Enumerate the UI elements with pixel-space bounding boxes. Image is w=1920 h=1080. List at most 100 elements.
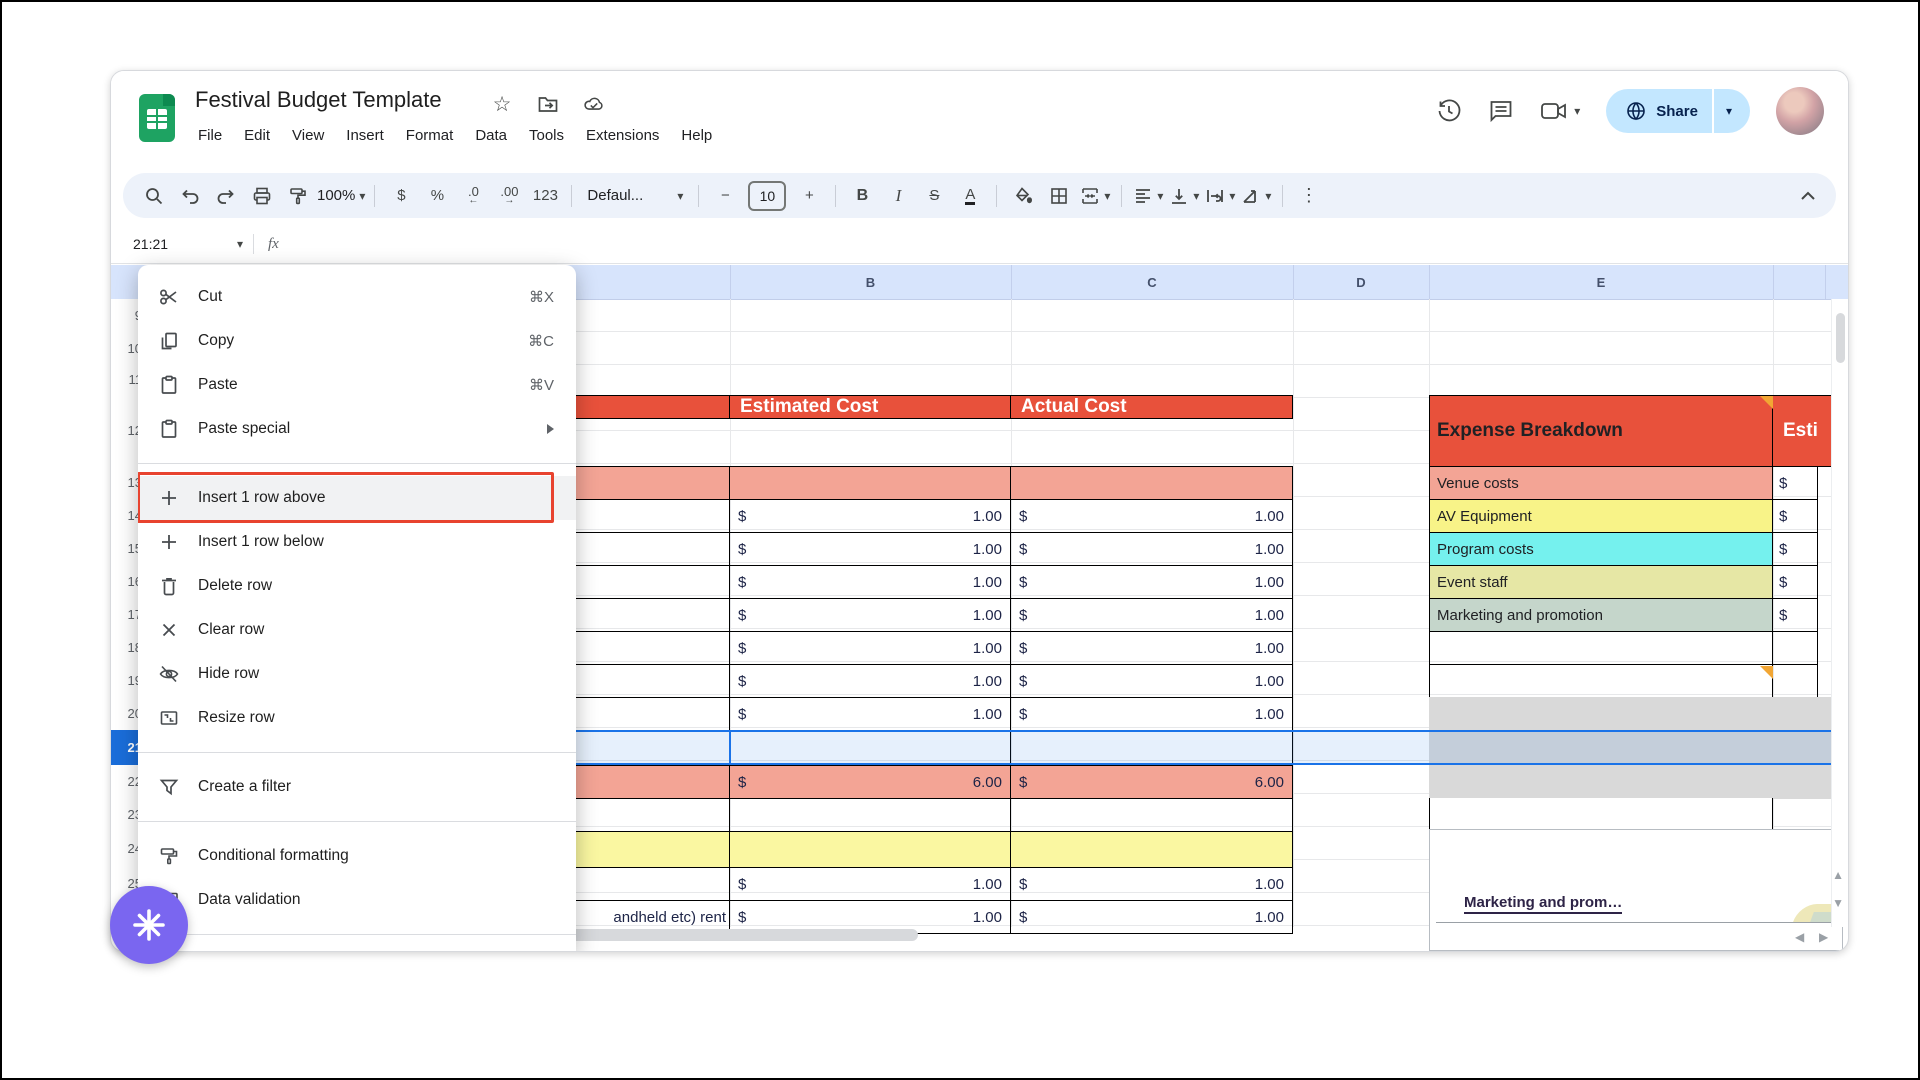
menu-item-create-filter[interactable]: Create a filter	[138, 765, 576, 809]
cell[interactable]: $	[1772, 499, 1818, 533]
filter-icon	[158, 776, 180, 798]
plus-icon	[158, 487, 180, 509]
expense-estimated-header[interactable]: Esti	[1772, 395, 1834, 467]
expense-row: Venue costs $	[1429, 466, 1818, 500]
chart-series-label: Marketing and prom…	[1464, 894, 1622, 914]
x-icon	[158, 619, 180, 641]
expense-row: AV Equipment $	[1429, 499, 1818, 533]
chart-axis-line	[1436, 922, 1836, 923]
menu-item-view-more-row-actions[interactable]: View more row actions	[138, 947, 576, 951]
cell[interactable]: $1.00	[729, 532, 1011, 566]
cell[interactable]: $1.00	[729, 867, 1011, 901]
cell[interactable]	[1010, 798, 1293, 832]
cell[interactable]: $1.00	[1010, 900, 1293, 934]
column-header-B[interactable]: B	[730, 265, 1011, 299]
estimated-cost-header[interactable]: Estimated Cost	[729, 395, 1011, 419]
resize-icon	[158, 707, 180, 729]
note-triangle-icon	[1760, 396, 1773, 409]
expense-breakdown-header[interactable]: Expense Breakdown	[1429, 395, 1773, 467]
eye-off-icon	[158, 663, 180, 685]
selection-edge	[729, 732, 731, 763]
expense-name-cell[interactable]: Marketing and promotion	[1429, 598, 1773, 632]
scissors-icon	[158, 286, 180, 308]
cell[interactable]	[1429, 631, 1773, 665]
cell[interactable]: $1.00	[1010, 565, 1293, 599]
cell[interactable]	[1010, 831, 1293, 868]
cell[interactable]	[729, 831, 1011, 868]
scroll-up-icon[interactable]: ▲	[1832, 869, 1844, 881]
expense-row: Event staff $	[1429, 565, 1818, 599]
cell[interactable]	[1010, 466, 1293, 500]
cell[interactable]: $1.00	[1010, 631, 1293, 665]
menu-item-clear-row[interactable]: Clear row	[138, 608, 576, 652]
cell[interactable]: $1.00	[729, 631, 1011, 665]
cell[interactable]: $1.00	[1010, 697, 1293, 731]
cell[interactable]	[1429, 664, 1773, 698]
column-header-D[interactable]: D	[1293, 265, 1429, 299]
menu-item-hide-row[interactable]: Hide row	[138, 652, 576, 696]
cell[interactable]: $1.00	[1010, 598, 1293, 632]
cell[interactable]: $	[1772, 532, 1818, 566]
scroll-down-icon[interactable]: ▼	[1832, 897, 1844, 909]
menu-divider	[138, 752, 576, 753]
spark-icon	[130, 906, 168, 944]
menu-item-conditional-formatting[interactable]: Conditional formatting	[138, 834, 576, 878]
scroll-left-icon[interactable]: ◀	[1795, 931, 1804, 943]
column-header-C[interactable]: C	[1011, 265, 1293, 299]
cell[interactable]	[729, 798, 1011, 832]
vertical-scrollbar-thumb[interactable]	[1836, 313, 1845, 363]
menu-divider	[138, 463, 576, 464]
actual-cost-header[interactable]: Actual Cost	[1010, 395, 1293, 419]
screenshot-root: { "titlebar": { "title": "Festival Budge…	[0, 0, 1920, 1080]
menu-item-paste-special[interactable]: Paste special	[138, 407, 576, 451]
menu-item-paste[interactable]: Paste ⌘V	[138, 363, 576, 407]
expense-name-cell[interactable]: AV Equipment	[1429, 499, 1773, 533]
expense-name-cell[interactable]: Program costs	[1429, 532, 1773, 566]
clipboard-icon	[158, 374, 180, 396]
cell[interactable]	[1429, 798, 1773, 829]
cell[interactable]	[729, 466, 1011, 500]
expense-name-cell[interactable]: Venue costs	[1429, 466, 1773, 500]
row-context-menu: Cut ⌘X Copy ⌘C Paste ⌘V Paste special	[138, 265, 576, 951]
cell[interactable]: $1.00	[1010, 664, 1293, 698]
cell[interactable]: $	[1772, 466, 1818, 500]
vertical-scrollbar[interactable]	[1831, 299, 1848, 927]
cell[interactable]: $1.00	[729, 697, 1011, 731]
menu-item-insert-row-above[interactable]: Insert 1 row above	[138, 476, 576, 520]
cell[interactable]: $1.00	[729, 598, 1011, 632]
menu-item-delete-row[interactable]: Delete row	[138, 564, 576, 608]
expense-header-row: Expense Breakdown Esti	[1429, 395, 1834, 467]
cell[interactable]: $1.00	[729, 499, 1011, 533]
cell[interactable]: $1.00	[1010, 867, 1293, 901]
embedded-chart[interactable]: Marketing and prom…	[1429, 829, 1843, 951]
cell[interactable]: $6.00	[1010, 765, 1293, 799]
menu-item-copy[interactable]: Copy ⌘C	[138, 319, 576, 363]
menu-item-resize-row[interactable]: Resize row	[138, 696, 576, 740]
column-header-E[interactable]: E	[1429, 265, 1773, 299]
expense-row	[1429, 631, 1818, 665]
cell[interactable]: $6.00	[729, 765, 1011, 799]
assistant-fab-button[interactable]	[110, 886, 188, 964]
plus-icon	[158, 531, 180, 553]
menu-item-insert-row-below[interactable]: Insert 1 row below	[138, 520, 576, 564]
menu-divider	[138, 821, 576, 822]
cell[interactable]: $1.00	[1010, 532, 1293, 566]
cell[interactable]: $	[1772, 598, 1818, 632]
cell[interactable]: $1.00	[1010, 499, 1293, 533]
cell[interactable]: $1.00	[729, 565, 1011, 599]
menu-item-cut[interactable]: Cut ⌘X	[138, 275, 576, 319]
submenu-arrow-icon	[547, 424, 554, 434]
trash-icon	[158, 575, 180, 597]
scroll-right-icon[interactable]: ▶	[1819, 931, 1828, 943]
expense-row: Program costs $	[1429, 532, 1818, 566]
expense-row: Marketing and promotion $	[1429, 598, 1818, 632]
menu-item-data-validation[interactable]: Data validation	[138, 878, 576, 922]
menu-divider	[138, 934, 576, 935]
cell[interactable]	[1772, 664, 1818, 698]
cell[interactable]	[1772, 631, 1818, 665]
clipboard-icon	[158, 418, 180, 440]
paint-roller-icon	[158, 845, 180, 867]
expense-name-cell[interactable]: Event staff	[1429, 565, 1773, 599]
cell[interactable]: $	[1772, 565, 1818, 599]
cell[interactable]: $1.00	[729, 664, 1011, 698]
